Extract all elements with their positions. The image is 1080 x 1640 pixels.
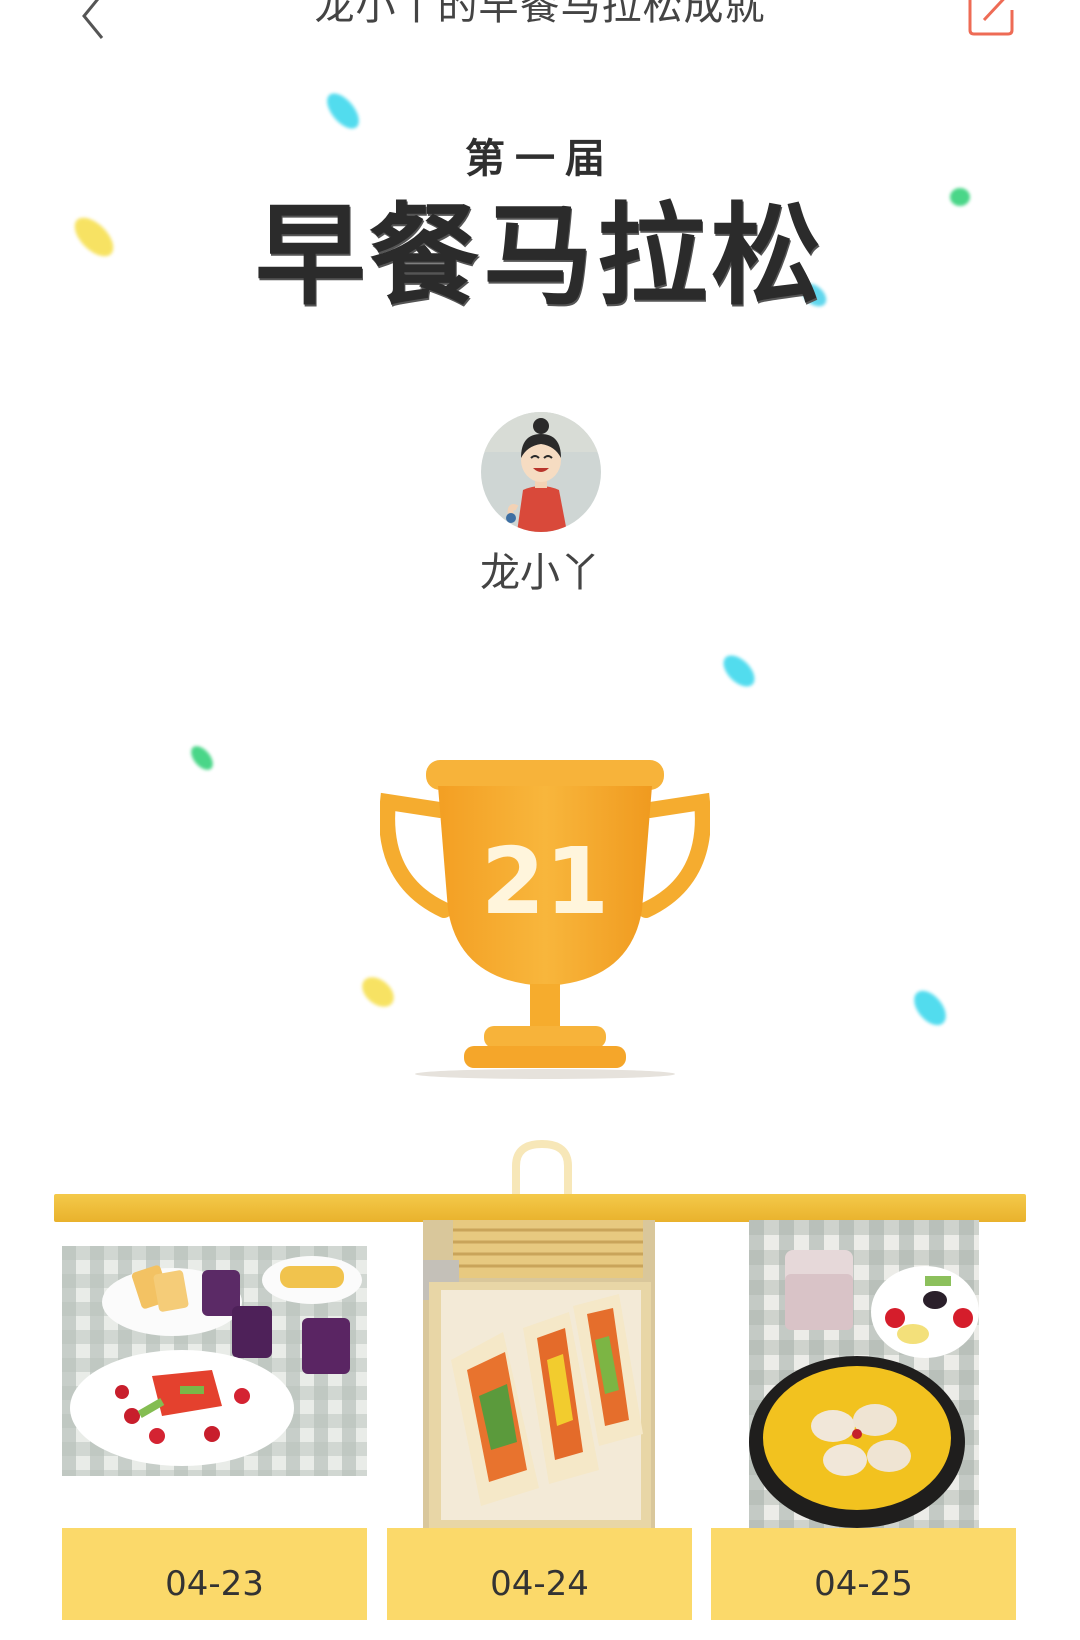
entry-card[interactable]: 04-23: [62, 1220, 367, 1620]
page-title: 龙小丫的早餐马拉松成就: [314, 0, 766, 29]
avatar[interactable]: [481, 412, 601, 532]
entry-date: 04-24: [387, 1528, 692, 1620]
chevron-left-icon: [82, 0, 104, 39]
entry-date: 04-25: [711, 1528, 1016, 1620]
confetti-piece: [717, 649, 761, 693]
breakfast-entries: 04-23 04-24 04-25: [0, 1220, 1080, 1620]
breakfast-photo[interactable]: [749, 1220, 979, 1528]
avatar-illustration: [481, 412, 601, 532]
entry-card[interactable]: 04-24: [387, 1220, 692, 1620]
edit-button[interactable]: [960, 0, 1020, 38]
edit-icon: [968, 0, 1014, 36]
entry-card[interactable]: 04-25: [711, 1220, 1016, 1620]
entry-date: 04-23: [62, 1528, 367, 1620]
shelf-hook: [502, 1140, 582, 1200]
event-title: 早餐马拉松: [255, 192, 825, 320]
confetti-piece: [186, 742, 218, 774]
breakfast-photo[interactable]: [423, 1220, 655, 1528]
breakfast-photo[interactable]: [62, 1246, 367, 1476]
confetti-piece: [907, 984, 953, 1032]
event-edition: 第一届: [465, 136, 615, 182]
username: 龙小丫: [480, 550, 600, 596]
top-bar: 龙小丫的早餐马拉松成就: [0, 0, 1080, 56]
trophy-count: 21: [480, 828, 610, 935]
trophy: 21: [380, 760, 710, 1100]
shelf-bar: [54, 1194, 1026, 1222]
back-button[interactable]: [60, 0, 120, 46]
